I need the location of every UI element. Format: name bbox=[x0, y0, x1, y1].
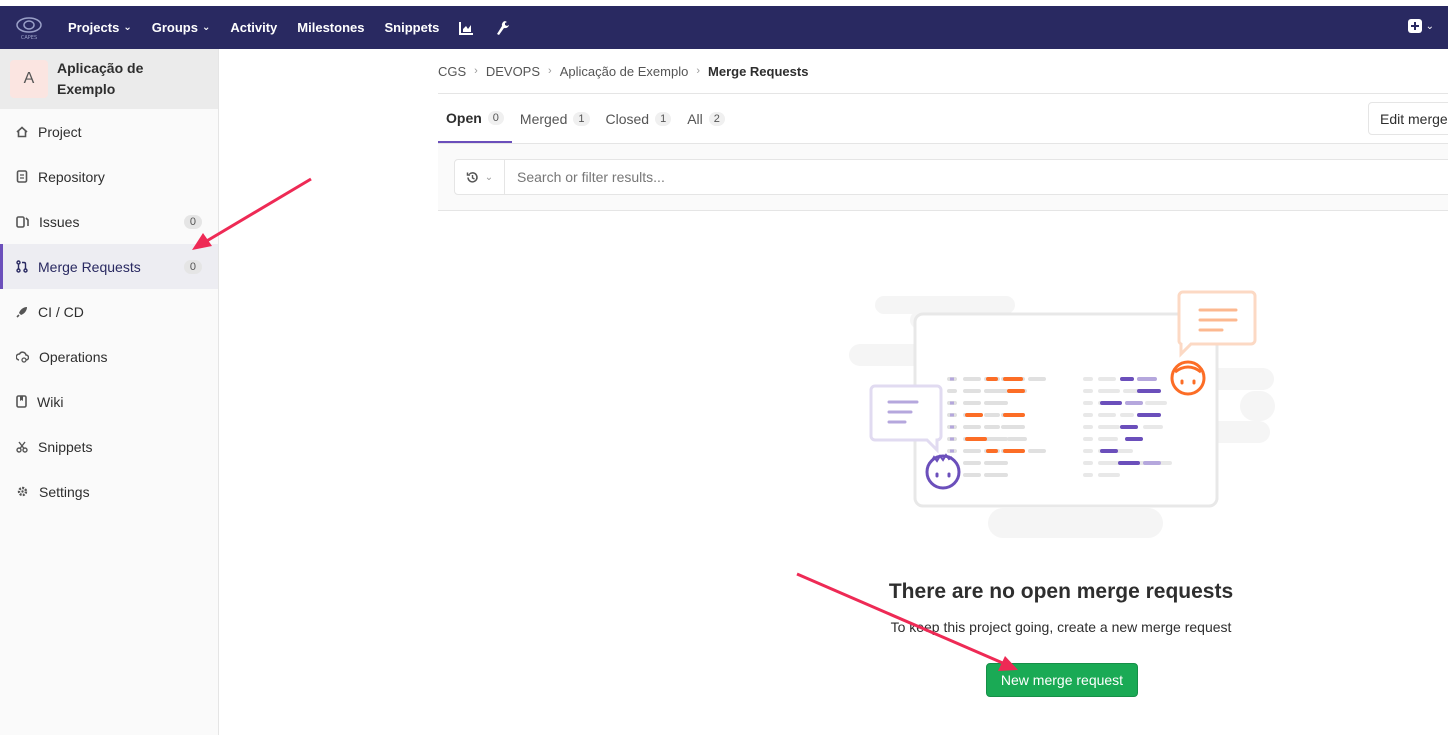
tab-closed[interactable]: Closed 1 bbox=[598, 94, 680, 143]
issues-count-badge: 0 bbox=[183, 214, 202, 229]
tab-label: All bbox=[687, 110, 703, 127]
breadcrumb-link[interactable]: CGS bbox=[438, 64, 466, 79]
search-input[interactable] bbox=[505, 161, 1405, 193]
sidebar-item-label: Settings bbox=[39, 483, 90, 500]
empty-state-title: There are no open merge requests bbox=[888, 580, 1234, 603]
nav-projects-label: Projects bbox=[68, 20, 120, 35]
breadcrumb-link[interactable]: Aplicação de Exemplo bbox=[560, 64, 689, 79]
sidebar-item-label: Operations bbox=[39, 348, 108, 365]
tab-label: Open bbox=[446, 109, 482, 126]
sidebar-item-repository[interactable]: Repository bbox=[0, 154, 218, 199]
breadcrumb-link[interactable]: DEVOPS bbox=[486, 64, 540, 79]
chevron-right-icon: › bbox=[696, 65, 701, 77]
chart-icon[interactable] bbox=[459, 21, 474, 35]
nav-activity[interactable]: Activity bbox=[230, 20, 277, 35]
chevron-right-icon: › bbox=[548, 65, 552, 77]
nav-snippets-label: Snippets bbox=[384, 20, 440, 35]
project-sidebar: A Aplicação de Exemplo Project Repositor… bbox=[0, 49, 219, 735]
tab-label: Merged bbox=[519, 110, 568, 127]
nav-snippets[interactable]: Snippets bbox=[384, 20, 439, 35]
capes-logo[interactable]: CAPES bbox=[14, 15, 44, 41]
chevron-down-icon: ⌄ bbox=[484, 171, 494, 183]
sidebar-item-issues[interactable]: Issues 0 bbox=[0, 199, 218, 244]
nav-milestones-label: Milestones bbox=[297, 20, 365, 35]
logo-text: CAPES bbox=[21, 35, 37, 41]
plus-square-icon bbox=[1407, 19, 1422, 33]
top-navbar: CAPES Projects ⌄ Groups ⌄ Activity Milesto… bbox=[0, 6, 1448, 49]
sidebar-item-label: Merge Requests bbox=[38, 258, 141, 275]
tab-all[interactable]: All 2 bbox=[679, 94, 733, 143]
main-content: CGS › DEVOPS › Aplicação de Exemplo › Me… bbox=[438, 49, 1448, 211]
tab-count: 2 bbox=[708, 111, 725, 126]
project-name: Aplicação de Exemplo bbox=[57, 60, 144, 97]
issues-icon bbox=[16, 215, 29, 228]
sidebar-item-label: CI / CD bbox=[38, 303, 84, 320]
home-icon bbox=[16, 125, 28, 137]
rocket-icon bbox=[16, 306, 27, 318]
sidebar-item-label: Issues bbox=[39, 213, 80, 230]
document-icon bbox=[16, 170, 28, 183]
sidebar-item-operations[interactable]: Operations bbox=[0, 334, 218, 379]
nav-projects[interactable]: Projects ⌄ bbox=[68, 20, 132, 35]
nav-groups-label: Groups bbox=[151, 20, 198, 35]
empty-state-subtitle: To keep this project going, create a new… bbox=[890, 619, 1232, 635]
history-icon bbox=[466, 171, 478, 183]
edit-merge-requests-button[interactable]: Edit merge bbox=[1368, 102, 1448, 135]
sidebar-item-label: Repository bbox=[38, 168, 105, 185]
tab-merged[interactable]: Merged 1 bbox=[512, 94, 598, 143]
scissors-icon bbox=[16, 441, 28, 453]
sidebar-item-label: Project bbox=[38, 123, 82, 140]
sidebar-item-label: Wiki bbox=[37, 393, 64, 410]
wrench-icon[interactable] bbox=[496, 20, 510, 36]
merge-requests-count-badge: 0 bbox=[183, 259, 202, 274]
breadcrumb: CGS › DEVOPS › Aplicação de Exemplo › Me… bbox=[438, 49, 1448, 94]
book-icon bbox=[16, 395, 27, 408]
sidebar-item-snippets[interactable]: Snippets bbox=[0, 424, 218, 469]
nav-activity-label: Activity bbox=[230, 20, 278, 35]
recent-searches-dropdown[interactable]: ⌄ bbox=[455, 160, 505, 194]
merge-request-tabs: Open 0 Merged 1 Closed 1 All 2 Edit merge bbox=[438, 94, 1448, 143]
tab-count: 0 bbox=[487, 110, 504, 125]
merge-request-icon bbox=[16, 260, 28, 273]
new-dropdown[interactable]: ⌄ bbox=[1407, 19, 1434, 33]
chevron-down-icon: ⌄ bbox=[123, 22, 132, 33]
project-avatar: A bbox=[10, 60, 48, 98]
sidebar-item-merge-requests[interactable]: Merge Requests 0 bbox=[0, 244, 218, 289]
sidebar-item-label: Snippets bbox=[38, 438, 93, 455]
filter-bar: ⌄ bbox=[438, 143, 1448, 211]
nav-groups[interactable]: Groups ⌄ bbox=[152, 20, 211, 35]
empty-state-illustration bbox=[849, 290, 1275, 538]
cloud-gear-icon bbox=[16, 350, 29, 363]
chevron-down-icon: ⌄ bbox=[1425, 20, 1434, 32]
sidebar-item-wiki[interactable]: Wiki bbox=[0, 379, 218, 424]
tab-label: Closed bbox=[605, 110, 650, 127]
filtered-search-box: ⌄ bbox=[454, 159, 1448, 195]
breadcrumb-current[interactable]: Merge Requests bbox=[708, 64, 808, 79]
tab-count: 1 bbox=[573, 111, 590, 126]
new-merge-request-button[interactable]: New merge request bbox=[986, 663, 1138, 697]
gear-icon bbox=[17, 486, 28, 497]
tab-count: 1 bbox=[655, 111, 672, 126]
chevron-down-icon: ⌄ bbox=[201, 22, 211, 33]
sidebar-item-project[interactable]: Project bbox=[0, 109, 218, 154]
sidebar-item-ci-cd[interactable]: CI / CD bbox=[0, 289, 218, 334]
project-header[interactable]: A Aplicação de Exemplo bbox=[0, 49, 218, 109]
nav-milestones[interactable]: Milestones bbox=[297, 20, 364, 35]
tab-open[interactable]: Open 0 bbox=[438, 94, 512, 143]
sidebar-item-settings[interactable]: Settings bbox=[0, 469, 218, 514]
chevron-right-icon: › bbox=[474, 65, 478, 77]
